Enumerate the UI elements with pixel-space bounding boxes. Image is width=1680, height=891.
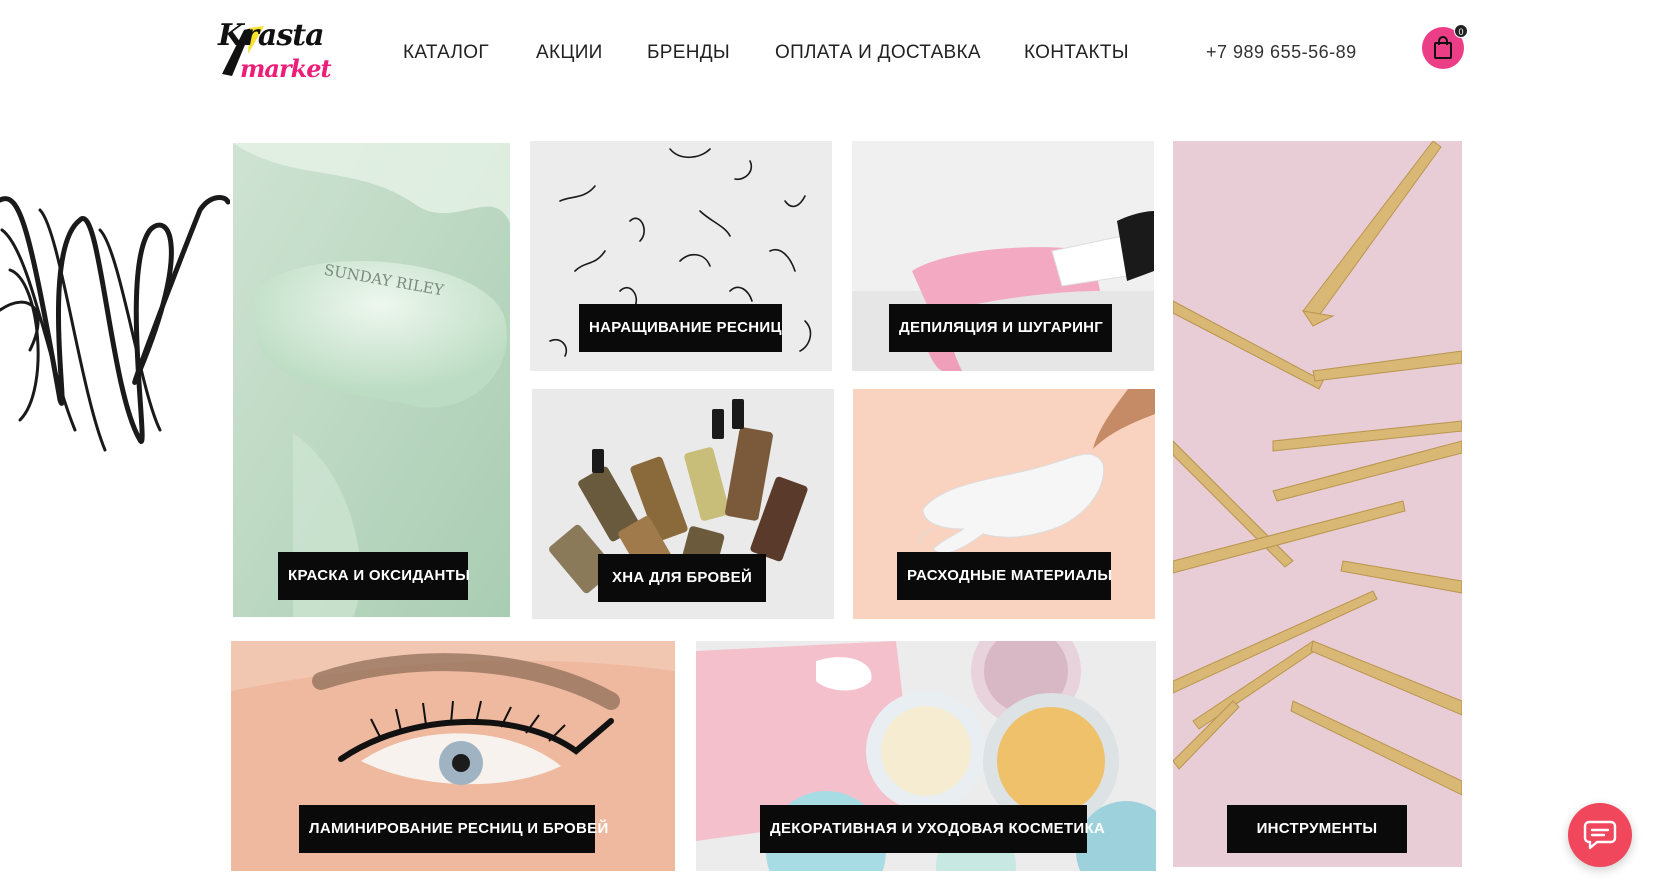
category-label: КРАСКА И ОКСИДАНТЫ <box>278 552 470 600</box>
category-label: НАРАЩИВАНИЕ РЕСНИЦ <box>579 304 782 352</box>
category-tile-lash-brow-lamination[interactable]: ЛАМИНИРОВАНИЕ РЕСНИЦ И БРОВЕЙ <box>231 641 675 871</box>
nav-item-catalog[interactable]: КАТАЛОГ <box>403 42 489 64</box>
cart-count-badge: 0 <box>1454 24 1468 38</box>
nav-item-promotions[interactable]: АКЦИИ <box>536 42 603 64</box>
phone-link[interactable]: +7 989 655-56-89 <box>1206 42 1357 63</box>
cream-image: SUNDAY RILEY <box>233 143 510 617</box>
category-tile-depilation-sugaring[interactable]: ДЕПИЛЯЦИЯ И ШУГАРИНГ <box>852 141 1154 371</box>
site-header: Krasta market КАТАЛОГ АКЦИИ БРЕНДЫ ОПЛАТ… <box>0 0 1680 110</box>
category-label: РАСХОДНЫЕ МАТЕРИАЛЫ <box>897 552 1112 600</box>
category-tile-eyelash-extension[interactable]: НАРАЩИВАНИЕ РЕСНИЦ <box>530 141 832 371</box>
category-tile-consumables[interactable]: РАСХОДНЫЕ МАТЕРИАЛЫ <box>853 389 1155 619</box>
nav-item-payment-delivery[interactable]: ОПЛАТА И ДОСТАВКА <box>775 42 981 64</box>
nav-item-contacts[interactable]: КОНТАКТЫ <box>1024 42 1129 64</box>
category-tile-decorative-care-cosmetics[interactable]: ДЕКОРАТИВНАЯ И УХОДОВАЯ КОСМЕТИКА <box>696 641 1156 871</box>
category-tile-dye-oxidants[interactable]: SUNDAY RILEY КРАСКА И ОКСИДАНТЫ <box>233 143 510 617</box>
site-logo[interactable]: Krasta market <box>212 14 352 90</box>
category-label: ХНА ДЛЯ БРОВЕЙ <box>598 554 766 602</box>
category-tile-brow-henna[interactable]: ХНА ДЛЯ БРОВЕЙ <box>532 389 834 619</box>
nav-item-brands[interactable]: БРЕНДЫ <box>647 42 730 64</box>
chat-bubble-icon <box>1583 820 1617 850</box>
category-tile-tools[interactable]: ИНСТРУМЕНТЫ <box>1173 141 1462 867</box>
chat-widget-button[interactable] <box>1568 803 1632 867</box>
category-label: ДЕКОРАТИВНАЯ И УХОДОВАЯ КОСМЕТИКА <box>760 805 1105 853</box>
category-label: ИНСТРУМЕНТЫ <box>1227 805 1407 853</box>
cart-button[interactable]: 0 <box>1422 24 1468 69</box>
shopping-bag-icon <box>1434 36 1452 59</box>
scribble-decoration <box>0 195 230 452</box>
logo-text-bottom: market <box>240 54 332 83</box>
category-label: ДЕПИЛЯЦИЯ И ШУГАРИНГ <box>889 304 1112 352</box>
logo-text-top: Krasta <box>218 18 325 53</box>
category-label: ЛАМИНИРОВАНИЕ РЕСНИЦ И БРОВЕЙ <box>299 805 608 853</box>
tweezers-image <box>1173 141 1462 867</box>
